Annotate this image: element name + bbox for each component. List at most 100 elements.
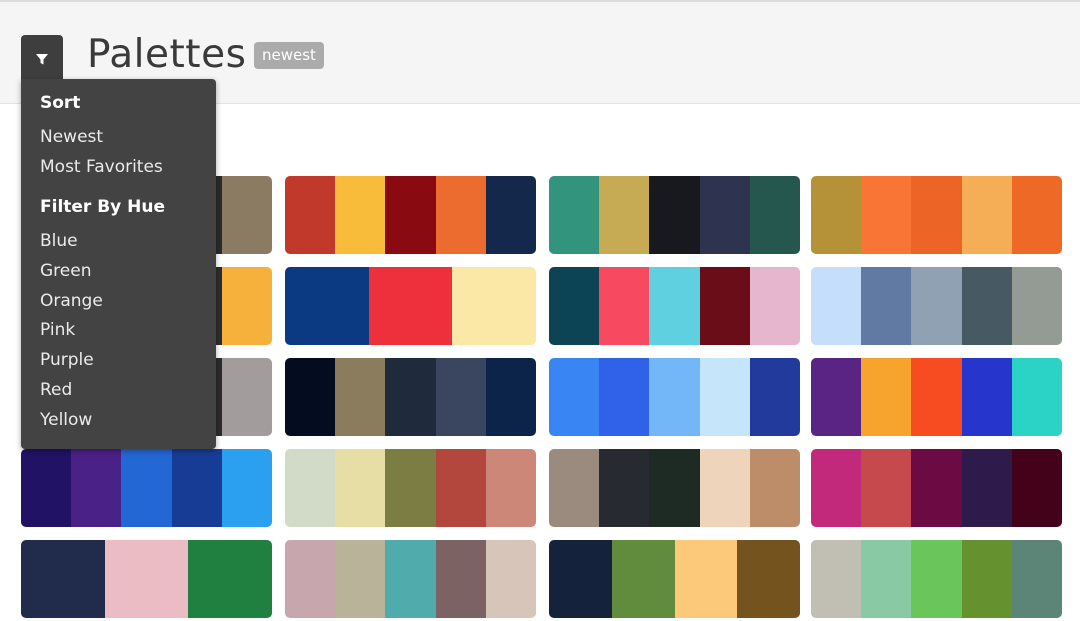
color-swatch[interactable] [368,267,453,345]
palette-card[interactable] [549,267,800,345]
color-swatch[interactable] [811,540,862,618]
color-swatch[interactable] [911,358,962,436]
color-swatch[interactable] [611,540,675,618]
color-swatch[interactable] [435,176,486,254]
color-swatch[interactable] [749,176,800,254]
color-swatch[interactable] [385,358,436,436]
color-swatch[interactable] [335,449,386,527]
color-swatch[interactable] [485,358,536,436]
color-swatch[interactable] [861,176,912,254]
color-swatch[interactable] [699,267,750,345]
color-swatch[interactable] [485,449,536,527]
color-swatch[interactable] [811,176,862,254]
color-swatch[interactable] [221,176,272,254]
palette-card[interactable] [811,449,1062,527]
color-swatch[interactable] [335,540,386,618]
color-swatch[interactable] [811,358,862,436]
color-swatch[interactable] [1011,449,1062,527]
color-swatch[interactable] [71,449,122,527]
color-swatch[interactable] [104,540,189,618]
palette-card[interactable] [285,449,536,527]
palette-card[interactable] [549,449,800,527]
color-swatch[interactable] [285,267,369,345]
color-swatch[interactable] [221,358,272,436]
color-swatch[interactable] [21,449,72,527]
color-swatch[interactable] [285,540,336,618]
color-swatch[interactable] [335,358,386,436]
color-swatch[interactable] [911,176,962,254]
palette-card[interactable] [549,176,800,254]
color-swatch[interactable] [1011,358,1062,436]
hue-item-red[interactable]: Red [40,380,72,400]
color-swatch[interactable] [599,176,650,254]
hue-item-green[interactable]: Green [40,261,91,281]
color-swatch[interactable] [385,449,436,527]
color-swatch[interactable] [188,540,272,618]
palette-card[interactable] [285,176,536,254]
color-swatch[interactable] [599,449,650,527]
color-swatch[interactable] [861,540,912,618]
color-swatch[interactable] [435,358,486,436]
color-swatch[interactable] [485,540,536,618]
color-swatch[interactable] [861,449,912,527]
color-swatch[interactable] [1011,176,1062,254]
hue-item-purple[interactable]: Purple [40,350,94,370]
color-swatch[interactable] [171,449,222,527]
hue-item-pink[interactable]: Pink [40,320,75,340]
filter-toggle-button[interactable] [21,35,63,82]
color-swatch[interactable] [285,176,336,254]
color-swatch[interactable] [452,267,536,345]
color-swatch[interactable] [335,176,386,254]
color-swatch[interactable] [21,540,105,618]
color-swatch[interactable] [285,358,336,436]
color-swatch[interactable] [485,176,536,254]
color-swatch[interactable] [911,267,962,345]
palette-card[interactable] [21,540,272,618]
hue-item-yellow[interactable]: Yellow [40,410,92,430]
color-swatch[interactable] [549,449,600,527]
palette-card[interactable] [811,358,1062,436]
hue-item-orange[interactable]: Orange [40,291,103,311]
color-swatch[interactable] [549,358,600,436]
color-swatch[interactable] [674,540,738,618]
color-swatch[interactable] [549,176,600,254]
color-swatch[interactable] [221,267,272,345]
color-swatch[interactable] [1011,267,1062,345]
hue-item-blue[interactable]: Blue [40,231,78,251]
color-swatch[interactable] [961,449,1012,527]
color-swatch[interactable] [649,449,700,527]
color-swatch[interactable] [911,449,962,527]
color-swatch[interactable] [285,449,336,527]
color-swatch[interactable] [699,358,750,436]
color-swatch[interactable] [221,449,272,527]
color-swatch[interactable] [385,540,436,618]
color-swatch[interactable] [749,449,800,527]
palette-card[interactable] [21,449,272,527]
color-swatch[interactable] [811,267,862,345]
color-swatch[interactable] [699,449,750,527]
color-swatch[interactable] [737,540,800,618]
color-swatch[interactable] [435,540,486,618]
color-swatch[interactable] [385,176,436,254]
color-swatch[interactable] [1011,540,1062,618]
color-swatch[interactable] [549,267,600,345]
color-swatch[interactable] [961,267,1012,345]
palette-card[interactable] [549,540,800,618]
palette-card[interactable] [811,267,1062,345]
color-swatch[interactable] [861,267,912,345]
color-swatch[interactable] [599,358,650,436]
palette-card[interactable] [549,358,800,436]
color-swatch[interactable] [549,540,612,618]
color-swatch[interactable] [599,267,650,345]
color-swatch[interactable] [649,176,700,254]
palette-card[interactable] [285,358,536,436]
color-swatch[interactable] [699,176,750,254]
color-swatch[interactable] [961,176,1012,254]
color-swatch[interactable] [811,449,862,527]
sort-item-most-favorites[interactable]: Most Favorites [40,157,163,177]
color-swatch[interactable] [649,267,700,345]
palette-card[interactable] [811,176,1062,254]
sort-item-newest[interactable]: Newest [40,127,103,147]
color-swatch[interactable] [749,358,800,436]
palette-card[interactable] [285,540,536,618]
